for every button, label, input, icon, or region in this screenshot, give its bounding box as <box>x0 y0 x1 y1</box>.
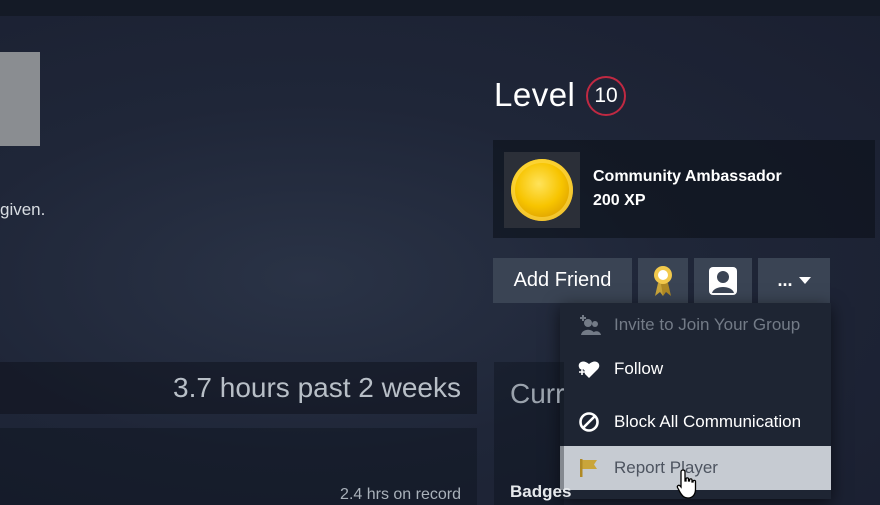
more-options-button[interactable]: ... <box>758 258 830 303</box>
hand-cursor-icon <box>676 469 697 499</box>
caret-down-icon <box>798 277 811 284</box>
top-bar <box>0 0 880 16</box>
award-ribbon-icon <box>654 265 672 296</box>
menu-item-block-communication-label: Block All Communication <box>614 412 802 431</box>
featured-badge-name[interactable]: Community Ambassador <box>593 168 782 186</box>
badges-link[interactable]: Badges <box>510 482 571 502</box>
right-panel-heading: Curr <box>510 378 565 409</box>
user-profile-icon <box>709 266 737 295</box>
menu-item-invite-group-label: Invite to Join Your Group <box>614 315 801 334</box>
recent-game-panel[interactable]: 2.4 hrs on record <box>0 428 477 505</box>
award-button[interactable] <box>638 258 688 303</box>
recent-hours-summary: 3.7 hours past 2 weeks <box>173 372 461 403</box>
community-ambassador-coin-icon <box>511 159 573 221</box>
featured-badge-icon-frame[interactable] <box>504 152 580 228</box>
level-badge[interactable]: 10 <box>586 76 626 116</box>
recent-activity-header: 3.7 hours past 2 weeks <box>0 362 477 414</box>
game-hours-on-record: 2.4 hrs on record <box>340 486 461 503</box>
view-profile-button[interactable] <box>694 258 752 303</box>
block-icon <box>576 411 602 433</box>
heart-follow-icon <box>576 358 602 380</box>
menu-item-report-player-label: Report Player <box>614 458 718 477</box>
more-options-label: ... <box>777 270 793 290</box>
menu-item-follow[interactable]: Follow <box>560 347 831 391</box>
featured-badge-xp: 200 XP <box>593 192 646 209</box>
menu-item-follow-label: Follow <box>614 359 664 378</box>
flag-icon <box>576 457 602 479</box>
add-friend-button[interactable]: Add Friend <box>493 258 632 303</box>
menu-item-block-communication[interactable]: Block All Communication <box>560 400 831 444</box>
right-side-panel: Curr Badges <box>494 362 571 505</box>
profile-summary-text: given. <box>0 200 46 219</box>
level-label: Level <box>494 76 576 113</box>
menu-item-invite-group[interactable]: Invite to Join Your Group <box>560 303 831 347</box>
avatar <box>0 52 40 146</box>
invite-group-icon <box>576 314 602 336</box>
